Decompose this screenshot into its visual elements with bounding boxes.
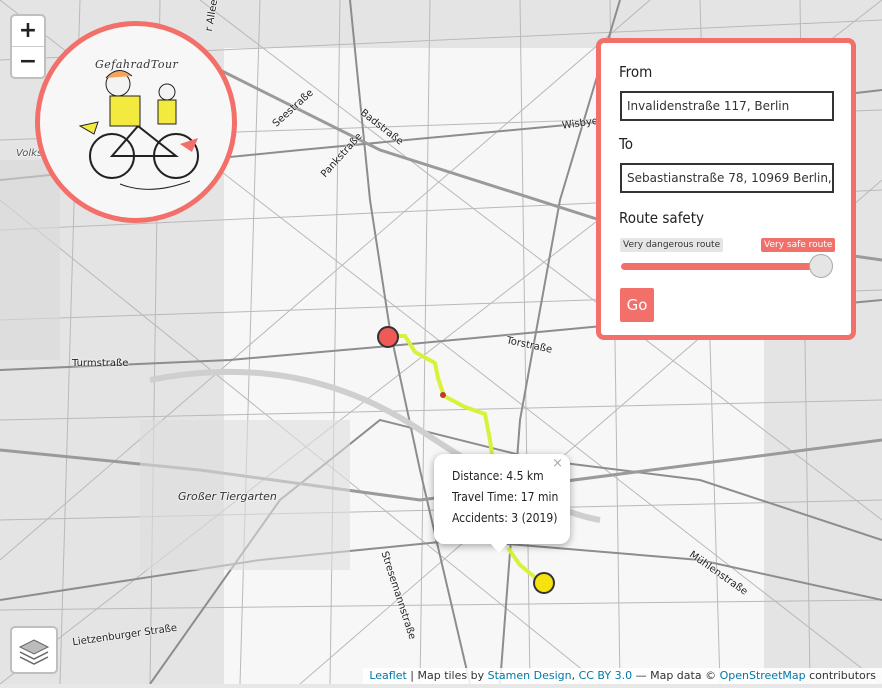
route-hazard-dot	[440, 392, 446, 398]
attribution-text: — Map data ©	[632, 669, 720, 682]
to-input[interactable]: Sebastianstraße 78, 10969 Berlin, Ge	[620, 163, 834, 193]
close-popup-icon[interactable]: ×	[552, 456, 563, 471]
route-safety-slider[interactable]	[621, 263, 821, 270]
popup-tip	[490, 543, 508, 553]
travel-time-text: Travel Time: 17 min	[452, 490, 559, 504]
from-input[interactable]: Invalidenstraße 117, Berlin	[620, 91, 834, 121]
from-label: From	[619, 63, 653, 81]
attribution-text: ,	[571, 669, 579, 682]
stamen-link[interactable]: Stamen Design	[488, 669, 572, 682]
accidents-text: Accidents: 3 (2019)	[452, 511, 558, 525]
slider-handle[interactable]	[809, 254, 833, 278]
attribution-bar: Leaflet | Map tiles by Stamen Design, CC…	[363, 668, 882, 684]
distance-text: Distance: 4.5 km	[452, 469, 544, 483]
go-button[interactable]: Go	[620, 288, 654, 322]
layers-icon	[18, 639, 50, 665]
dangerous-route-tag: Very dangerous route	[620, 238, 724, 252]
street-label: Turmstraße	[72, 358, 129, 369]
end-marker	[533, 572, 555, 594]
route-safety-label: Route safety	[619, 209, 705, 227]
leaflet-link[interactable]: Leaflet	[369, 669, 406, 682]
layers-button[interactable]	[10, 626, 58, 674]
safe-route-tag: Very safe route	[761, 238, 836, 252]
cyclist-illustration-icon	[78, 70, 199, 190]
attribution-text: | Map tiles by	[406, 669, 488, 682]
start-marker	[377, 326, 399, 348]
route-info-popup: × Distance: 4.5 km Travel Time: 17 min A…	[434, 454, 570, 544]
app-logo: GefahradTour	[35, 21, 237, 223]
osm-link[interactable]: OpenStreetMap	[720, 669, 806, 682]
route-panel: From Invalidenstraße 117, Berlin To Seba…	[596, 38, 856, 340]
to-label: To	[619, 135, 633, 153]
license-link[interactable]: CC BY 3.0	[579, 669, 633, 682]
attribution-text: contributors	[805, 669, 876, 682]
park-label: Großer Tiergarten	[178, 490, 277, 503]
logo-text: GefahradTour	[95, 58, 179, 71]
